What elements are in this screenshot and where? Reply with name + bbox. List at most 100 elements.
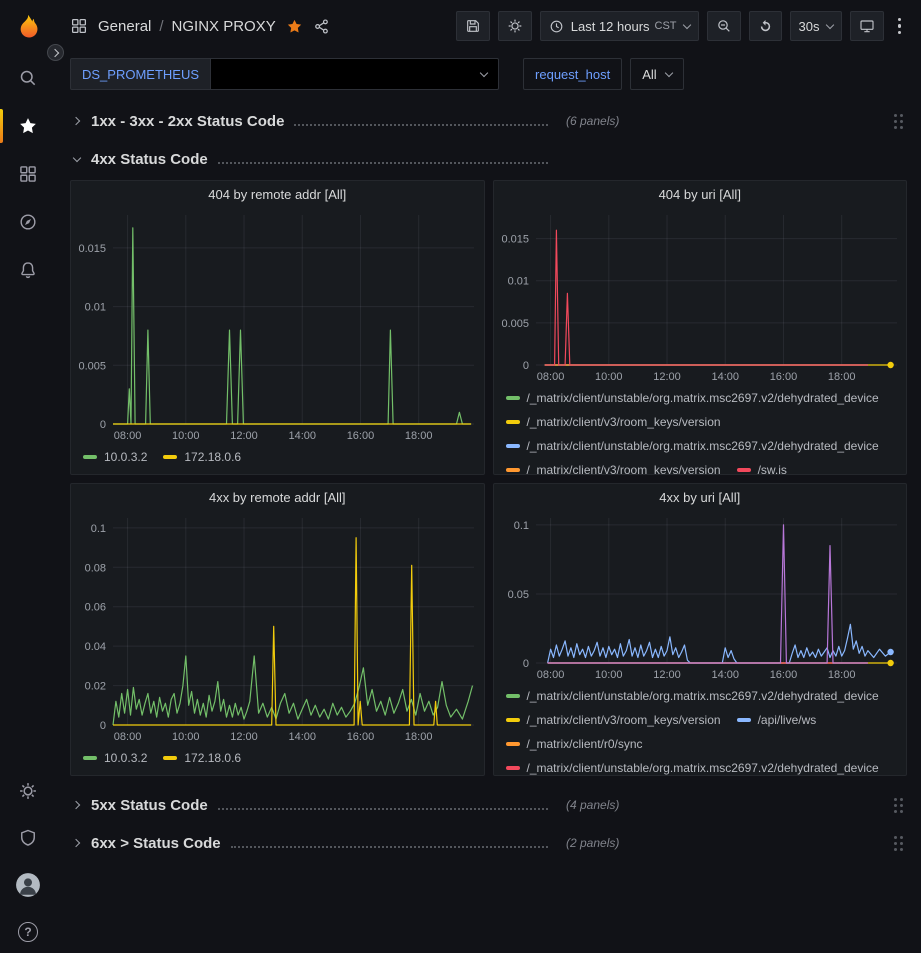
svg-text:0.1: 0.1 — [513, 520, 528, 532]
svg-text:0.02: 0.02 — [85, 681, 106, 693]
time-range-picker[interactable]: Last 12 hours CST — [540, 11, 699, 41]
breadcrumb-folder[interactable]: General — [98, 18, 151, 35]
chevron-down-icon — [664, 68, 672, 76]
help-icon: ? — [18, 922, 38, 942]
clock-icon — [549, 19, 564, 34]
panel-title[interactable]: 4xx by uri [All] — [494, 484, 907, 510]
row-header-6xx[interactable]: 6xx > Status Code (2 panels) — [70, 828, 907, 858]
svg-text:0.005: 0.005 — [501, 318, 529, 330]
timezone-label: CST — [655, 20, 677, 32]
row-title: 1xx - 3xx - 2xx Status Code — [91, 113, 284, 130]
legend-item[interactable]: /_matrix/client/unstable/org.matrix.msc2… — [506, 685, 879, 707]
svg-text:16:00: 16:00 — [769, 371, 797, 383]
legend-item[interactable]: 172.18.0.6 — [163, 747, 241, 769]
chevron-right-icon — [50, 48, 58, 56]
dashboard-settings-button[interactable] — [498, 11, 532, 41]
legend-item[interactable]: /_matrix/client/v3/room_keys/version — [506, 709, 721, 731]
row-panel-count: (4 panels) — [566, 798, 619, 812]
legend-item[interactable]: /_matrix/client/v3/room_keys/version — [506, 459, 721, 474]
sidebar-item-configuration[interactable] — [18, 779, 38, 803]
legend-label: /_matrix/client/v3/room_keys/version — [527, 709, 721, 731]
nav-toolbar: Last 12 hours CST 30s — [456, 11, 907, 41]
chevron-down-icon — [825, 20, 833, 28]
time-range-label: Last 12 hours — [571, 19, 650, 34]
svg-text:12:00: 12:00 — [230, 731, 258, 743]
svg-text:14:00: 14:00 — [288, 731, 316, 743]
request-host-variable: request_host All — [523, 58, 684, 90]
panel-404-by-remote-addr: 404 by remote addr [All] 08:0010:0012:00… — [70, 180, 485, 475]
svg-text:10:00: 10:00 — [595, 669, 623, 681]
apps-grid-icon — [70, 17, 88, 35]
tv-mode-button[interactable] — [850, 11, 884, 41]
zoom-out-button[interactable] — [707, 11, 741, 41]
panel-title[interactable]: 404 by remote addr [All] — [71, 181, 484, 207]
chart-canvas[interactable]: 08:0010:0012:0014:0016:0018:0000.050.1 — [494, 510, 907, 683]
legend-label: /sw.js — [758, 459, 787, 474]
svg-text:18:00: 18:00 — [827, 371, 855, 383]
chart-canvas[interactable]: 08:0010:0012:0014:0016:0018:0000.020.040… — [71, 510, 484, 745]
sidebar-item-starred[interactable] — [0, 102, 56, 150]
sidebar-item-help[interactable]: ? — [18, 920, 38, 944]
row-dotted-filler — [231, 846, 548, 848]
svg-text:18:00: 18:00 — [405, 731, 433, 743]
favorite-star-icon[interactable] — [286, 18, 303, 35]
legend-label: /_matrix/client/unstable/org.matrix.msc2… — [527, 435, 879, 457]
zoom-out-icon — [716, 18, 732, 34]
datasource-variable-value-dropdown[interactable] — [211, 58, 499, 90]
legend-item[interactable]: 10.0.3.2 — [83, 446, 147, 468]
row-header-5xx[interactable]: 5xx Status Code (4 panels) — [70, 790, 907, 820]
search-icon — [18, 68, 38, 88]
breadcrumb[interactable]: General / NGINX PROXY — [98, 18, 276, 35]
svg-text:08:00: 08:00 — [536, 371, 564, 383]
legend-label: /_matrix/client/v3/room_keys/version — [527, 459, 721, 474]
sidebar-item-search[interactable] — [0, 54, 56, 102]
sidebar-expand-button[interactable] — [47, 44, 64, 61]
legend-item[interactable]: /_matrix/client/unstable/org.matrix.msc2… — [506, 387, 879, 409]
time-series-chart[interactable]: 08:0010:0012:0014:0016:0018:0000.0050.01… — [71, 207, 484, 444]
row-header-4xx[interactable]: 4xx Status Code — [70, 144, 907, 174]
legend-item[interactable]: 10.0.3.2 — [83, 747, 147, 769]
svg-text:0.04: 0.04 — [85, 641, 106, 653]
row-drag-handle[interactable] — [890, 832, 907, 855]
dashboard-variables-bar: DS_PROMETHEUS request_host All — [56, 52, 921, 100]
refresh-interval-dropdown[interactable]: 30s — [790, 11, 842, 41]
chart-canvas[interactable]: 08:0010:0012:0014:0016:0018:0000.0050.01… — [71, 207, 484, 444]
legend-item[interactable]: /_matrix/client/unstable/org.matrix.msc2… — [506, 435, 879, 457]
legend-swatch — [506, 396, 520, 400]
time-series-chart[interactable]: 08:0010:0012:0014:0016:0018:0000.020.040… — [71, 510, 484, 745]
legend-item[interactable]: /_matrix/client/unstable/org.matrix.msc2… — [506, 757, 879, 775]
svg-text:0.015: 0.015 — [78, 243, 106, 255]
refresh-interval-label: 30s — [799, 19, 820, 34]
legend-item[interactable]: /_matrix/client/r0/sync — [506, 733, 643, 755]
dashboard-title: NGINX PROXY — [172, 18, 276, 35]
legend-item[interactable]: /_matrix/client/v3/room_keys/version — [506, 411, 721, 433]
legend-item[interactable]: /sw.js — [737, 459, 787, 474]
row-drag-handle[interactable] — [890, 794, 907, 817]
legend-swatch — [506, 766, 520, 770]
legend-item[interactable]: 172.18.0.6 — [163, 446, 241, 468]
row-header-1xx-3xx-2xx[interactable]: 1xx - 3xx - 2xx Status Code (6 panels) — [70, 106, 907, 136]
sidebar-item-dashboards[interactable] — [0, 150, 56, 198]
panel-404-by-uri: 404 by uri [All] 08:0010:0012:0014:0016:… — [493, 180, 908, 475]
time-series-chart[interactable]: 08:0010:0012:0014:0016:0018:0000.050.1 — [494, 510, 907, 683]
legend-label: /_matrix/client/r0/sync — [527, 733, 643, 755]
grafana-logo[interactable] — [12, 12, 44, 42]
legend-item[interactable]: /api/live/ws — [737, 709, 817, 731]
panel-title[interactable]: 4xx by remote addr [All] — [71, 484, 484, 510]
legend-label: /_matrix/client/unstable/org.matrix.msc2… — [527, 757, 879, 775]
sidebar-item-alerting[interactable] — [0, 246, 56, 294]
row-drag-handle[interactable] — [890, 110, 907, 133]
save-dashboard-button[interactable] — [456, 11, 490, 41]
time-series-chart[interactable]: 08:0010:0012:0014:0016:0018:0000.0050.01… — [494, 207, 907, 385]
sidebar-item-server-admin[interactable] — [18, 826, 38, 850]
share-icon[interactable] — [313, 18, 330, 35]
sidebar-item-explore[interactable] — [0, 198, 56, 246]
more-options-button[interactable] — [892, 14, 908, 39]
refresh-button[interactable] — [749, 11, 782, 41]
legend-label: 172.18.0.6 — [184, 747, 241, 769]
request-host-variable-value-dropdown[interactable]: All — [630, 58, 683, 90]
panel-title[interactable]: 404 by uri [All] — [494, 181, 907, 207]
chart-canvas[interactable]: 08:0010:0012:0014:0016:0018:0000.0050.01… — [494, 207, 907, 385]
sidebar-item-profile[interactable] — [15, 873, 41, 897]
legend-swatch — [506, 468, 520, 472]
